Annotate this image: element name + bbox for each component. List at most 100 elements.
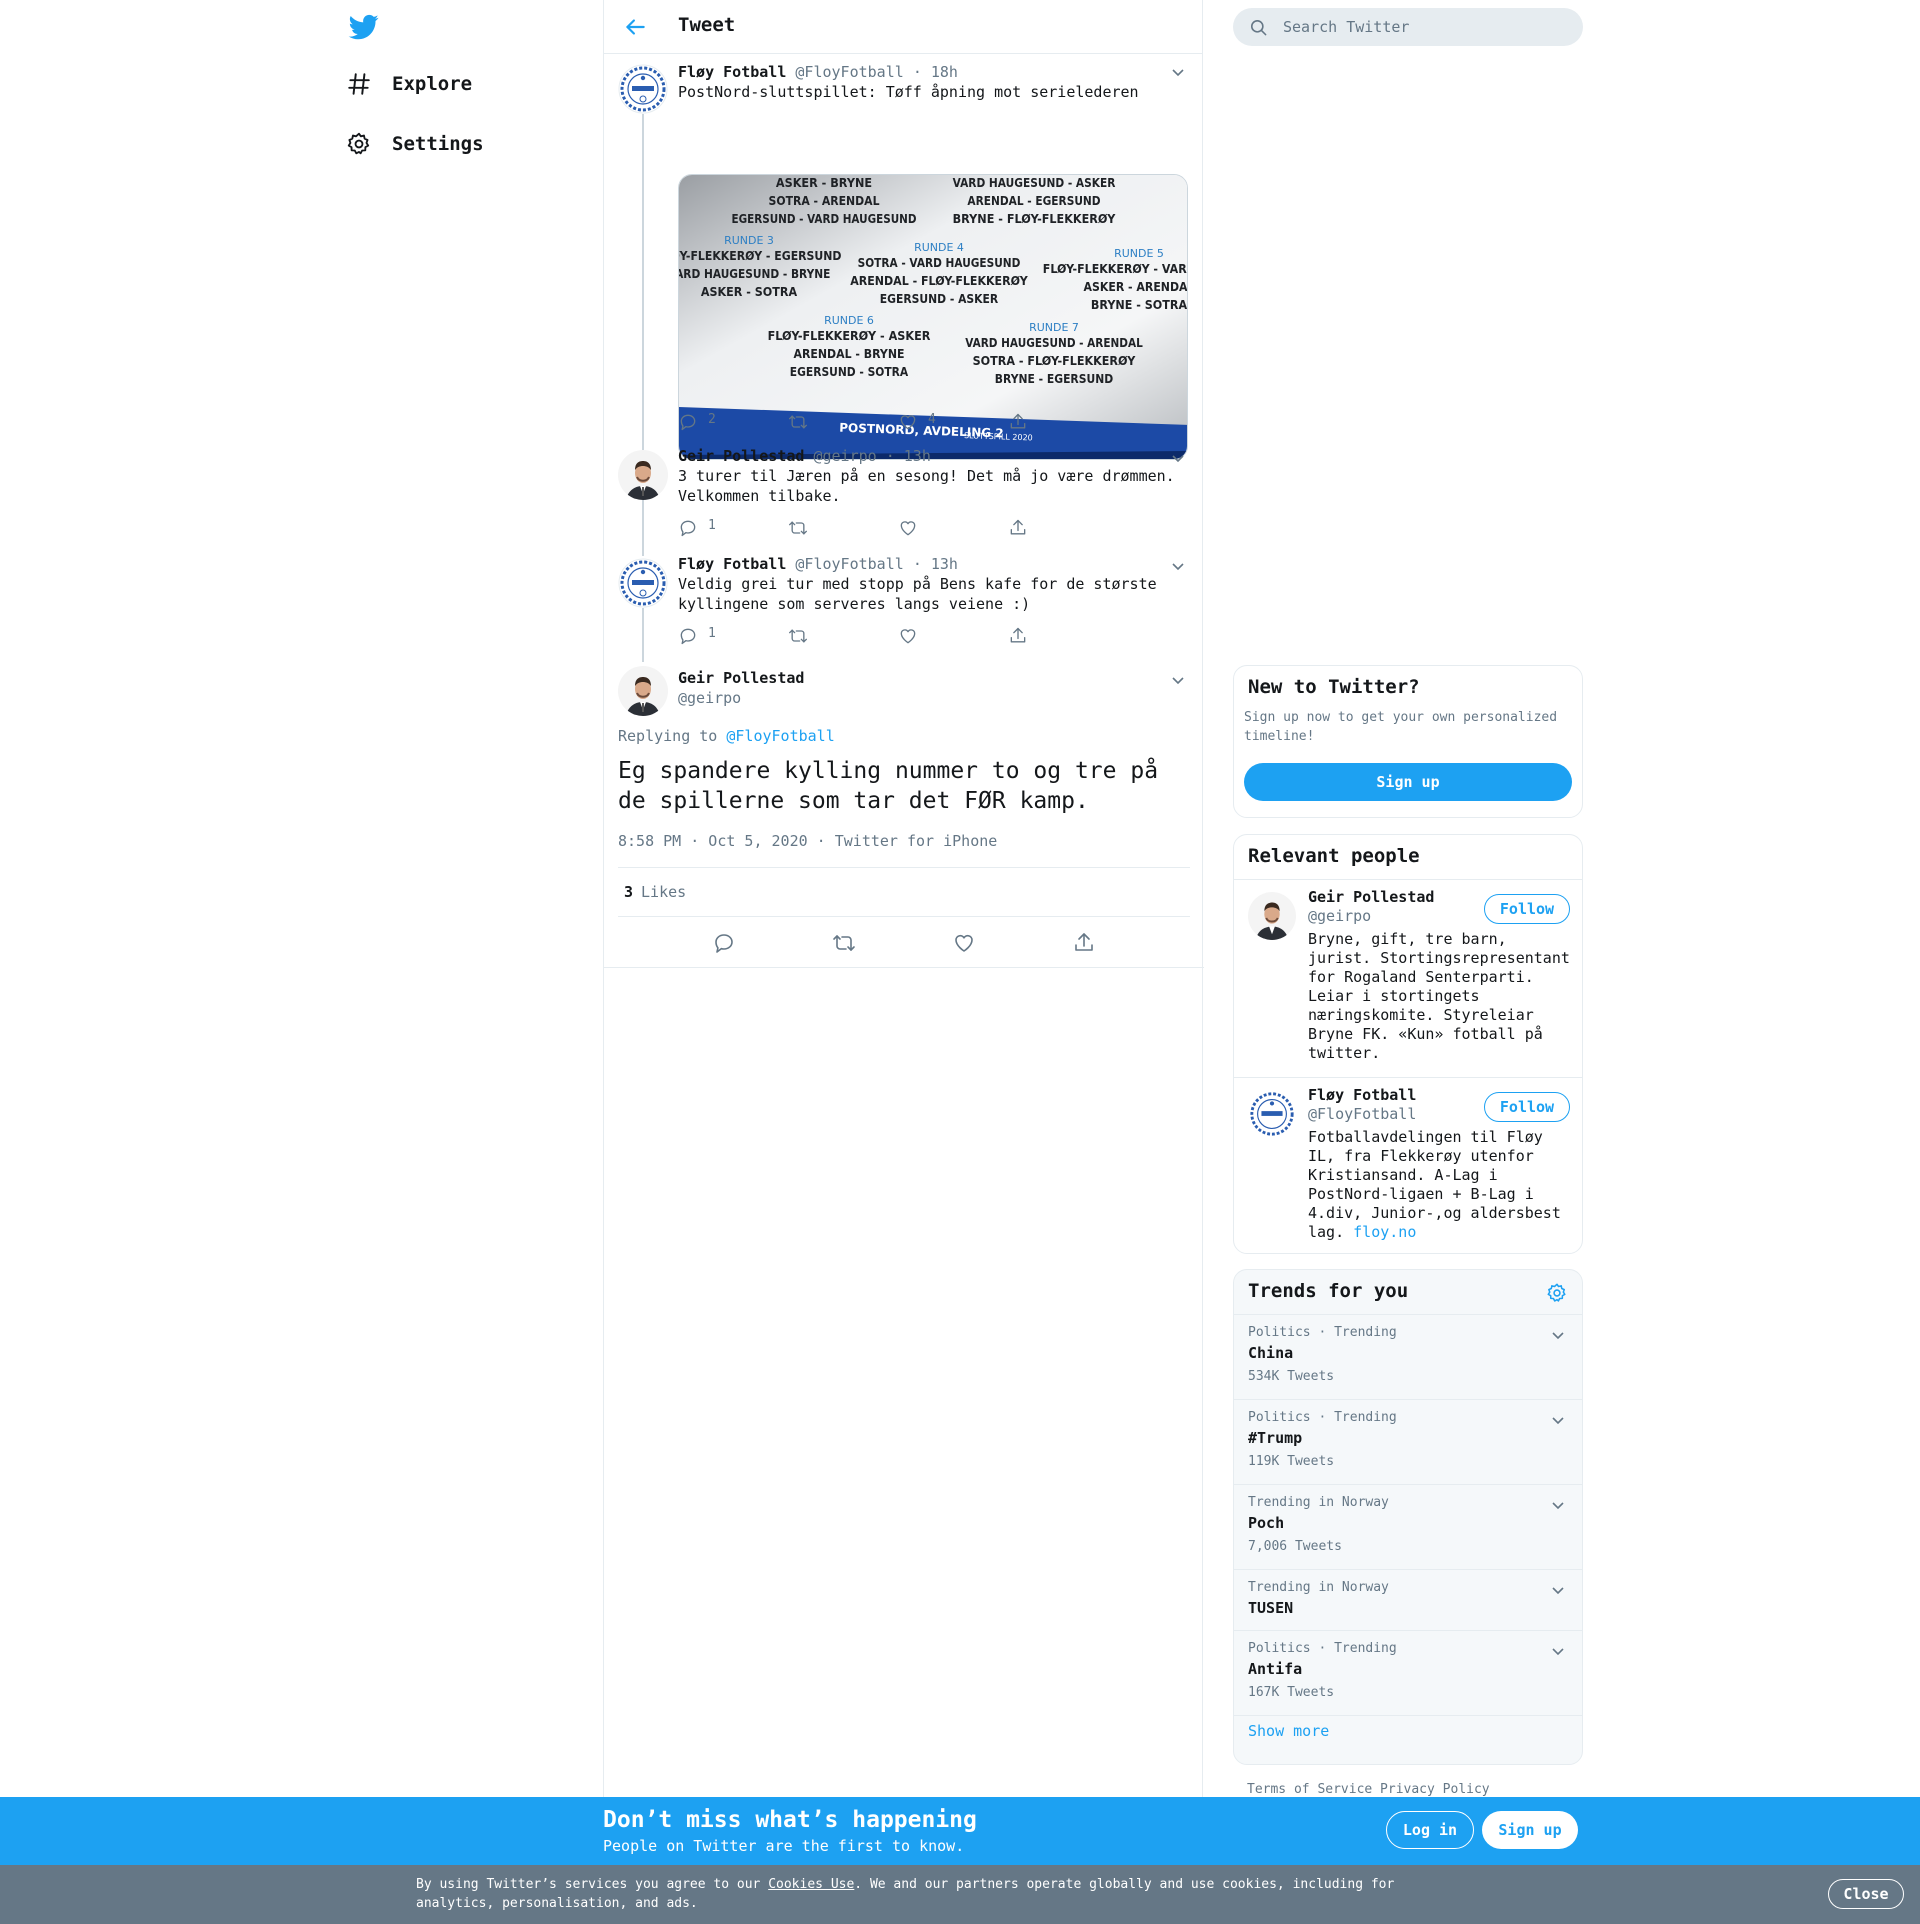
author-handle[interactable]: @geirpo bbox=[813, 447, 876, 465]
replying-to-link[interactable]: @FloyFotball bbox=[726, 727, 834, 745]
retweet-button[interactable] bbox=[788, 626, 898, 646]
share-icon bbox=[1010, 413, 1026, 429]
footer-links[interactable]: Terms of Service Privacy Policy bbox=[1247, 1782, 1490, 1797]
trend-item[interactable]: Trending in Norway TUSEN bbox=[1234, 1569, 1582, 1630]
tweet-header: Geir Pollestad @geirpo · 13h bbox=[678, 446, 1188, 466]
trend-item[interactable]: Politics · Trending #Trump 119K Tweets bbox=[1234, 1399, 1582, 1484]
sidebar-signup-button[interactable]: Sign up bbox=[1244, 763, 1572, 801]
author-handle[interactable]: @FloyFotball bbox=[795, 63, 903, 81]
person-bio-link[interactable]: floy.no bbox=[1353, 1223, 1416, 1241]
reply-button[interactable]: 1 bbox=[678, 626, 788, 646]
tweet-time[interactable]: · 13h bbox=[913, 555, 958, 573]
share-icon[interactable] bbox=[1072, 931, 1096, 955]
reply-icon bbox=[680, 520, 696, 537]
author-name[interactable]: Fløy Fotball bbox=[678, 555, 786, 573]
trend-category: Trending in Norway bbox=[1248, 1495, 1389, 1510]
chevron-down-icon[interactable] bbox=[1170, 450, 1186, 466]
reply-icon[interactable] bbox=[712, 931, 736, 955]
author-handle[interactable]: @geirpo bbox=[678, 688, 1188, 708]
thread-line bbox=[642, 604, 644, 662]
reply-button[interactable]: 1 bbox=[678, 518, 788, 538]
tweet-time[interactable]: · 13h bbox=[886, 447, 931, 465]
like-button[interactable]: 4 bbox=[898, 412, 1008, 432]
follow-button[interactable]: Follow bbox=[1484, 894, 1570, 924]
round-title: RUNDE 6 bbox=[824, 314, 874, 327]
tweet-body: Geir Pollestad @geirpo · 13h 3 turer til… bbox=[678, 446, 1188, 506]
author-name[interactable]: Geir Pollestad bbox=[678, 668, 1188, 688]
share-icon bbox=[1010, 519, 1026, 535]
chevron-down-icon[interactable] bbox=[1170, 558, 1186, 574]
chevron-down-icon[interactable] bbox=[1550, 1582, 1566, 1598]
geir-pollestad-avatar[interactable] bbox=[1248, 892, 1296, 940]
chevron-down-icon[interactable] bbox=[1550, 1643, 1566, 1659]
likes-label: Likes bbox=[641, 883, 687, 901]
person-handle[interactable]: @FloyFotball bbox=[1308, 1105, 1416, 1123]
thread-line bbox=[642, 498, 644, 556]
retweet-icon bbox=[789, 521, 807, 535]
floy-fotball-avatar[interactable] bbox=[618, 64, 668, 114]
trend-item[interactable]: Trending in Norway Poch 7,006 Tweets bbox=[1234, 1484, 1582, 1569]
retweet-button[interactable] bbox=[788, 412, 898, 432]
trend-item[interactable]: Politics · Trending China 534K Tweets bbox=[1234, 1314, 1582, 1399]
author-handle[interactable]: @FloyFotball bbox=[795, 555, 903, 573]
tweet-actions: 1 bbox=[678, 626, 1118, 646]
chevron-down-icon[interactable] bbox=[1170, 672, 1186, 688]
person-name[interactable]: Geir Pollestad bbox=[1308, 888, 1434, 906]
twitter-bird-icon[interactable] bbox=[348, 12, 380, 42]
back-arrow-icon[interactable] bbox=[622, 14, 648, 40]
fixture-line: ASKER - ARENDAL bbox=[1084, 280, 1189, 294]
chevron-down-icon[interactable] bbox=[1550, 1327, 1566, 1343]
nav-settings[interactable]: Settings bbox=[346, 124, 484, 164]
person-photo-icon bbox=[618, 450, 668, 500]
trends-card: Trends for you Politics · Trending China… bbox=[1233, 1269, 1583, 1765]
fixture-line: FLØY-FLEKKERØY - EGERSUND bbox=[679, 249, 842, 263]
tweet-body: Fløy Fotball @FloyFotball · 18h PostNord… bbox=[678, 62, 1188, 102]
trend-name: TUSEN bbox=[1248, 1599, 1294, 1617]
fixture-line: EGERSUND - VARD HAUGESUND bbox=[732, 212, 917, 226]
trend-item[interactable]: Politics · Trending Antifa 167K Tweets bbox=[1234, 1630, 1582, 1715]
trend-category: Politics · Trending bbox=[1248, 1641, 1397, 1656]
person-item[interactable]: Fløy Fotball @FloyFotball Follow Fotball… bbox=[1234, 1077, 1582, 1253]
person-handle[interactable]: @geirpo bbox=[1308, 907, 1371, 925]
chevron-down-icon[interactable] bbox=[1550, 1497, 1566, 1513]
likes-summary[interactable]: 3 Likes bbox=[618, 867, 1190, 917]
round-title: RUNDE 7 bbox=[1029, 321, 1079, 334]
relevant-people-title: Relevant people bbox=[1248, 845, 1420, 867]
chevron-down-icon[interactable] bbox=[1550, 1412, 1566, 1428]
author-name[interactable]: Fløy Fotball bbox=[678, 63, 786, 81]
login-button[interactable]: Log in bbox=[1386, 1811, 1474, 1849]
gear-icon[interactable] bbox=[1546, 1282, 1568, 1304]
reply-count: 2 bbox=[708, 412, 716, 427]
signup-button[interactable]: Sign up bbox=[1482, 1811, 1578, 1849]
nav-explore[interactable]: Explore bbox=[346, 64, 472, 104]
reply-button[interactable]: 2 bbox=[678, 412, 788, 432]
show-more-link[interactable]: Show more bbox=[1248, 1722, 1329, 1740]
share-button[interactable] bbox=[1008, 518, 1118, 538]
like-button[interactable] bbox=[898, 626, 1008, 646]
person-name[interactable]: Fløy Fotball bbox=[1308, 1086, 1416, 1104]
like-button[interactable] bbox=[898, 518, 1008, 538]
chevron-down-icon[interactable] bbox=[1170, 64, 1186, 80]
heart-icon[interactable] bbox=[952, 931, 976, 955]
author-name[interactable]: Geir Pollestad bbox=[678, 447, 804, 465]
floy-fotball-avatar[interactable] bbox=[1248, 1090, 1296, 1138]
floy-fotball-avatar[interactable] bbox=[618, 558, 668, 608]
trend-count: 534K Tweets bbox=[1248, 1369, 1335, 1384]
gear-icon bbox=[347, 132, 370, 155]
share-button[interactable] bbox=[1008, 626, 1118, 646]
cookie-close-button[interactable]: Close bbox=[1828, 1879, 1904, 1909]
banner-subtitle: People on Twitter are the first to know. bbox=[603, 1837, 965, 1855]
fixture-line: ARENDAL - FLØY-FLEKKERØY bbox=[850, 274, 1028, 288]
search-input[interactable]: Search Twitter bbox=[1233, 8, 1583, 46]
retweet-icon[interactable] bbox=[832, 931, 856, 955]
tweet-timestamp[interactable]: 8:58 PM · Oct 5, 2020 · Twitter for iPho… bbox=[618, 832, 997, 850]
retweet-button[interactable] bbox=[788, 518, 898, 538]
geir-pollestad-avatar[interactable] bbox=[618, 666, 668, 716]
tweet-time[interactable]: · 18h bbox=[913, 63, 958, 81]
hashtag-icon bbox=[348, 73, 370, 95]
geir-pollestad-avatar[interactable] bbox=[618, 450, 668, 500]
person-item[interactable]: Geir Pollestad @geirpo Follow Bryne, gif… bbox=[1234, 879, 1582, 1077]
cookies-use-link[interactable]: Cookies Use bbox=[768, 1877, 854, 1892]
share-button[interactable] bbox=[1008, 412, 1118, 432]
follow-button[interactable]: Follow bbox=[1484, 1092, 1570, 1122]
